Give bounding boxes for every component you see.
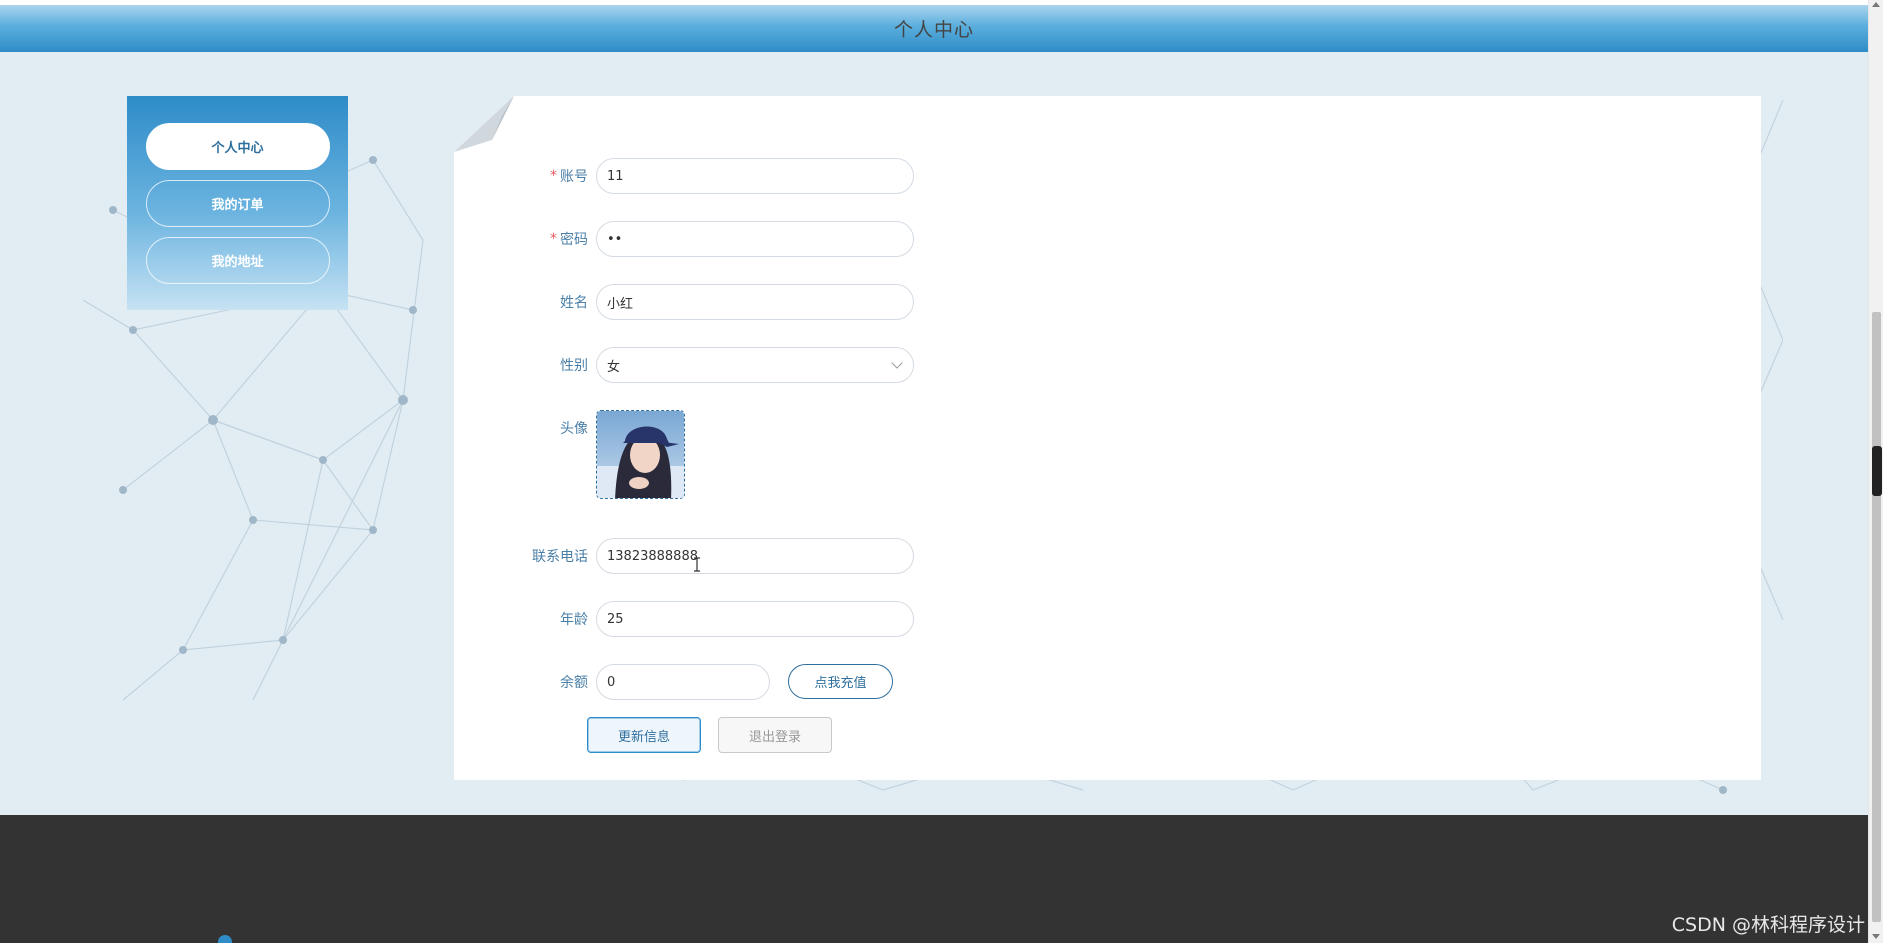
required-mark: * [550, 231, 557, 247]
watermark: CSDN @林科程序设计 [1671, 914, 1865, 936]
gender-value: 女 [607, 359, 621, 375]
account-label: * 账号 [550, 168, 588, 185]
avatar-image-icon [597, 411, 684, 498]
page-header: 个人中心 [0, 5, 1868, 52]
avatar-upload[interactable] [596, 410, 685, 499]
scroll-up-arrow-icon[interactable] [1872, 2, 1880, 7]
sidebar: 个人中心 我的订单 我的地址 [127, 96, 348, 310]
gender-label: 性别 [560, 358, 588, 374]
update-info-button[interactable]: 更新信息 [587, 717, 701, 753]
chevron-down-icon [891, 357, 903, 369]
name-input[interactable]: 小红 [596, 284, 914, 320]
balance-input[interactable]: 0 [596, 664, 770, 700]
balance-label: 余额 [560, 675, 588, 691]
phone-label: 联系电话 [532, 549, 588, 565]
avatar-label: 头像 [560, 421, 588, 437]
scroll-down-arrow-icon[interactable] [1872, 934, 1880, 939]
sidebar-item-profile[interactable]: 个人中心 [145, 123, 330, 170]
sidebar-item-orders[interactable]: 我的订单 [145, 180, 330, 227]
vertical-scrollbar[interactable] [1868, 0, 1883, 943]
required-mark: * [550, 168, 557, 184]
footer-dot-icon [218, 935, 232, 943]
page-title: 个人中心 [893, 19, 974, 41]
scroll-thumb[interactable] [1872, 312, 1881, 922]
page-curl-decoration [454, 96, 514, 152]
gender-select[interactable]: 女 [596, 347, 914, 383]
age-label: 年龄 [560, 612, 588, 628]
logout-button[interactable]: 退出登录 [718, 717, 832, 753]
password-input[interactable]: •• [596, 221, 914, 257]
account-input[interactable]: 11 [596, 158, 914, 194]
password-label: * 密码 [550, 231, 588, 248]
phone-input[interactable]: 13823888888 [596, 538, 914, 574]
age-input[interactable]: 25 [596, 601, 914, 637]
name-label: 姓名 [560, 295, 588, 311]
scroll-marker [1872, 446, 1882, 496]
recharge-button[interactable]: 点我充值 [788, 664, 893, 699]
text-cursor-icon [694, 557, 700, 572]
footer [0, 815, 1868, 943]
sidebar-item-address[interactable]: 我的地址 [145, 237, 330, 284]
